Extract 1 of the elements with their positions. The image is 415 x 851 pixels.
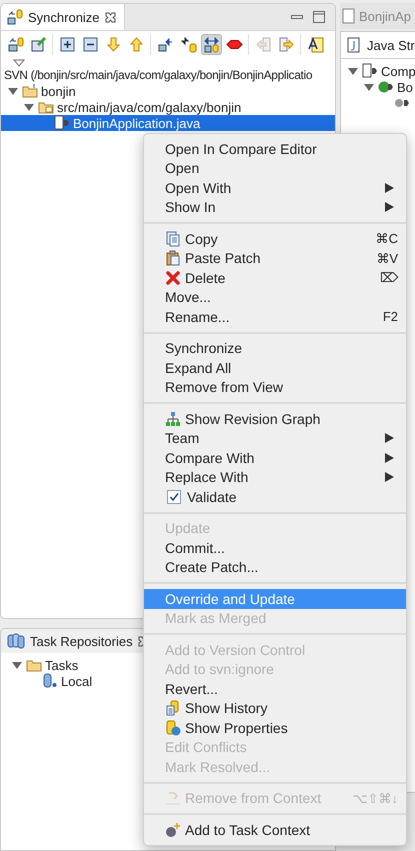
sync-path: SVN (/bonjin/src/main/java/com/galaxy/bonjin/BonjinApplicatio <box>3 67 314 83</box>
